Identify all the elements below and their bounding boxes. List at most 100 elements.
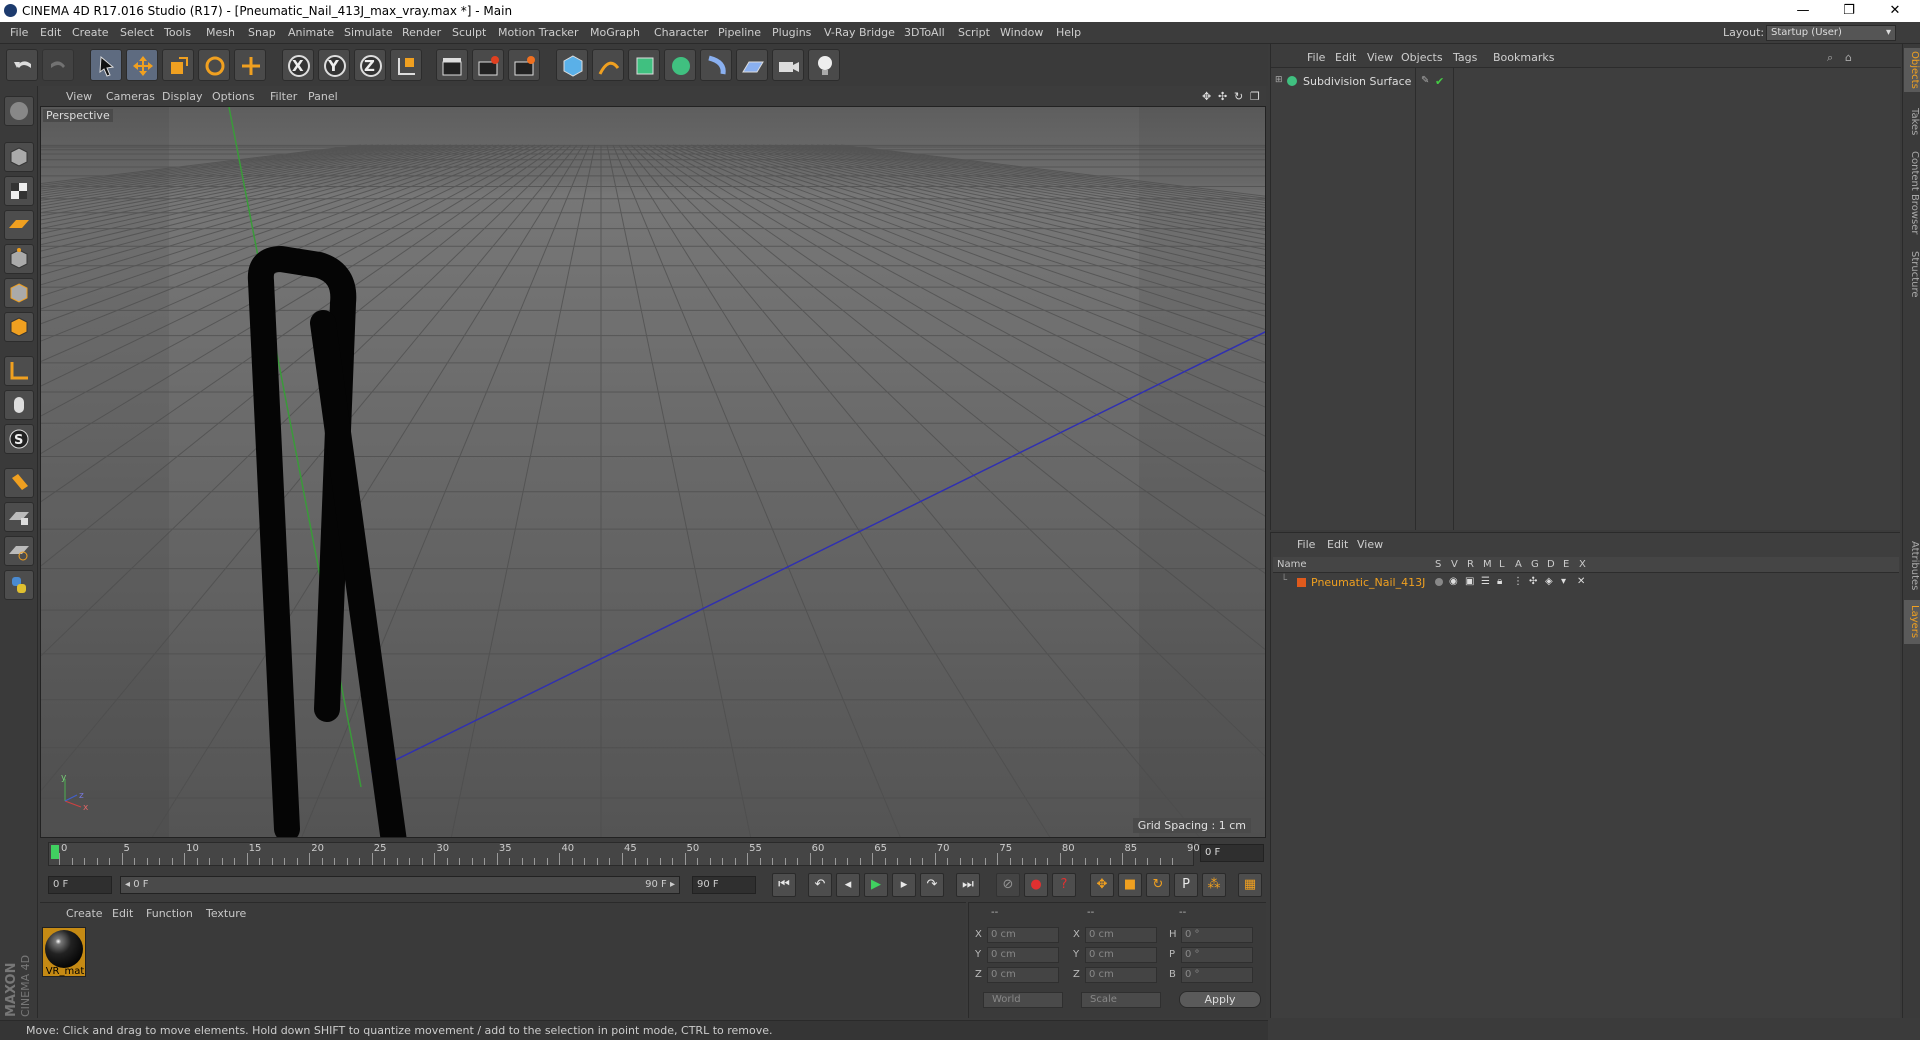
cloner-button[interactable] xyxy=(664,49,696,81)
coordinate-mode-dropdown[interactable]: World xyxy=(983,992,1063,1008)
redo-button[interactable] xyxy=(42,49,74,81)
python-button[interactable] xyxy=(4,570,34,600)
play-button[interactable]: ▶ xyxy=(864,873,888,897)
rotation-p-field[interactable]: 0 ° xyxy=(1181,947,1253,963)
menu-edit[interactable]: Edit xyxy=(40,26,61,39)
expression-icon[interactable]: ▾ xyxy=(1561,576,1566,587)
material-menu-texture[interactable]: Texture xyxy=(206,907,246,920)
z-axis-button[interactable]: Z xyxy=(354,49,386,81)
size-x-field[interactable]: 0 cm xyxy=(1085,927,1157,943)
xref-icon[interactable]: ✕ xyxy=(1577,576,1585,587)
texture-mode-button[interactable] xyxy=(4,176,34,206)
menu-plugins[interactable]: Plugins xyxy=(772,26,811,39)
enabled-check-icon[interactable]: ✔ xyxy=(1435,75,1444,88)
axis-mode-button[interactable] xyxy=(4,356,34,386)
col-view[interactable]: V xyxy=(1451,559,1458,570)
position-x-field[interactable]: 0 cm xyxy=(987,927,1059,943)
object-menu-objects[interactable]: Objects xyxy=(1401,51,1443,64)
autokey-button[interactable]: ? xyxy=(1052,873,1076,897)
next-key-button[interactable]: ↷ xyxy=(920,873,944,897)
object-menu-bookmarks[interactable]: Bookmarks xyxy=(1493,51,1554,64)
coordinate-system-button[interactable] xyxy=(390,49,422,81)
rotation-b-field[interactable]: 0 ° xyxy=(1181,967,1253,983)
object-menu-edit[interactable]: Edit xyxy=(1335,51,1356,64)
menu-character[interactable]: Character xyxy=(654,26,708,39)
light-button[interactable] xyxy=(808,49,840,81)
key-parameter-button[interactable]: P xyxy=(1174,873,1198,897)
undo-button[interactable] xyxy=(6,49,38,81)
layer-menu-view[interactable]: View xyxy=(1357,538,1383,551)
end-frame-field[interactable]: 90 F xyxy=(692,876,756,894)
move-tool-button[interactable] xyxy=(126,49,158,81)
menu-help[interactable]: Help xyxy=(1056,26,1081,39)
menu-window[interactable]: Window xyxy=(1000,26,1043,39)
previous-key-button[interactable]: ↶ xyxy=(808,873,832,897)
menu-motion-tracker[interactable]: Motion Tracker xyxy=(498,26,578,39)
menu-mesh[interactable]: Mesh xyxy=(206,26,235,39)
scale-tool-button[interactable] xyxy=(162,49,194,81)
key-scale-button[interactable]: ■ xyxy=(1118,873,1142,897)
menu-pipeline[interactable]: Pipeline xyxy=(718,26,761,39)
layer-menu-edit[interactable]: Edit xyxy=(1327,538,1348,551)
object-menu-tags[interactable]: Tags xyxy=(1453,51,1477,64)
magnet-button[interactable] xyxy=(4,468,34,498)
playhead[interactable] xyxy=(51,845,59,859)
snap-button[interactable]: S xyxy=(4,424,34,454)
tweak-mode-button[interactable] xyxy=(4,390,34,420)
scale-mode-dropdown[interactable]: Scale xyxy=(1081,992,1161,1008)
subdivision-surface-button[interactable] xyxy=(628,49,660,81)
eye-icon[interactable]: ◉ xyxy=(1449,576,1458,587)
render-icon[interactable]: ▣ xyxy=(1465,576,1474,587)
col-render[interactable]: R xyxy=(1467,559,1474,570)
record-button[interactable]: ● xyxy=(1024,873,1048,897)
menu-sculpt[interactable]: Sculpt xyxy=(452,26,486,39)
size-y-field[interactable]: 0 cm xyxy=(1085,947,1157,963)
tab-objects[interactable]: Objects xyxy=(1904,48,1920,92)
tab-layers[interactable]: Layers xyxy=(1904,600,1920,644)
object-menu-file[interactable]: File xyxy=(1307,51,1325,64)
menu-render[interactable]: Render xyxy=(402,26,441,39)
lock-icon[interactable]: 🔒︎ xyxy=(1497,576,1502,587)
apply-button[interactable]: Apply xyxy=(1179,991,1261,1008)
material-menu-function[interactable]: Function xyxy=(146,907,193,920)
layout-select[interactable]: Startup (User) ▾ xyxy=(1766,25,1896,41)
go-to-start-button[interactable]: ⏮ xyxy=(772,873,796,897)
material-item[interactable]: VR_mat xyxy=(42,927,86,977)
solo-dot-icon[interactable] xyxy=(1435,578,1443,586)
render-settings-button[interactable] xyxy=(508,49,540,81)
home-icon[interactable]: ⌂ xyxy=(1845,51,1852,64)
live-selection-button[interactable] xyxy=(90,49,122,81)
previous-frame-button[interactable]: ◂ xyxy=(836,873,860,897)
rotate-tool-button[interactable] xyxy=(198,49,230,81)
points-mode-button[interactable] xyxy=(4,244,34,274)
layer-menu-file[interactable]: File xyxy=(1297,538,1315,551)
menu-mograph[interactable]: MoGraph xyxy=(590,26,640,39)
col-expressions[interactable]: E xyxy=(1563,559,1569,570)
viewport-menu-panel[interactable]: Panel xyxy=(308,90,338,103)
object-row[interactable]: ⊞ Subdivision Surface ✎ ✔ xyxy=(1275,74,1895,90)
key-rotation-button[interactable]: ↻ xyxy=(1146,873,1170,897)
render-view-button[interactable] xyxy=(436,49,468,81)
key-pla-button[interactable]: ⁂ xyxy=(1202,873,1226,897)
generator-icon[interactable]: ✣ xyxy=(1529,576,1537,587)
timeline-window-button[interactable]: ▦ xyxy=(1238,873,1262,897)
key-position-button[interactable]: ✥ xyxy=(1090,873,1114,897)
perspective-viewport[interactable]: y x z Perspective Grid Spacing : 1 cm xyxy=(40,106,1266,838)
go-to-end-button[interactable]: ⏭ xyxy=(956,873,980,897)
viewport-menu-display[interactable]: Display xyxy=(162,90,203,103)
search-icon[interactable]: ⌕ xyxy=(1827,51,1833,65)
menu-create[interactable]: Create xyxy=(72,26,109,39)
camera-button[interactable] xyxy=(772,49,804,81)
maximize-button[interactable]: ❐ xyxy=(1826,0,1872,22)
viewport-menu-view[interactable]: View xyxy=(66,90,92,103)
tab-structure[interactable]: Structure xyxy=(1904,244,1920,304)
keyframe-selection-button[interactable]: ⊘ xyxy=(996,873,1020,897)
frame-range-slider[interactable]: ◂ 0 F 90 F ▸ xyxy=(120,876,680,894)
viewport-pan-icon[interactable]: ✣ xyxy=(1218,90,1227,103)
deformer-icon[interactable]: ◈ xyxy=(1545,576,1553,587)
manager-icon[interactable]: ☰ xyxy=(1481,576,1490,587)
col-deformers[interactable]: D xyxy=(1547,559,1555,570)
recent-tool-button[interactable] xyxy=(234,49,266,81)
spline-pen-button[interactable] xyxy=(592,49,624,81)
x-axis-button[interactable]: X xyxy=(282,49,314,81)
